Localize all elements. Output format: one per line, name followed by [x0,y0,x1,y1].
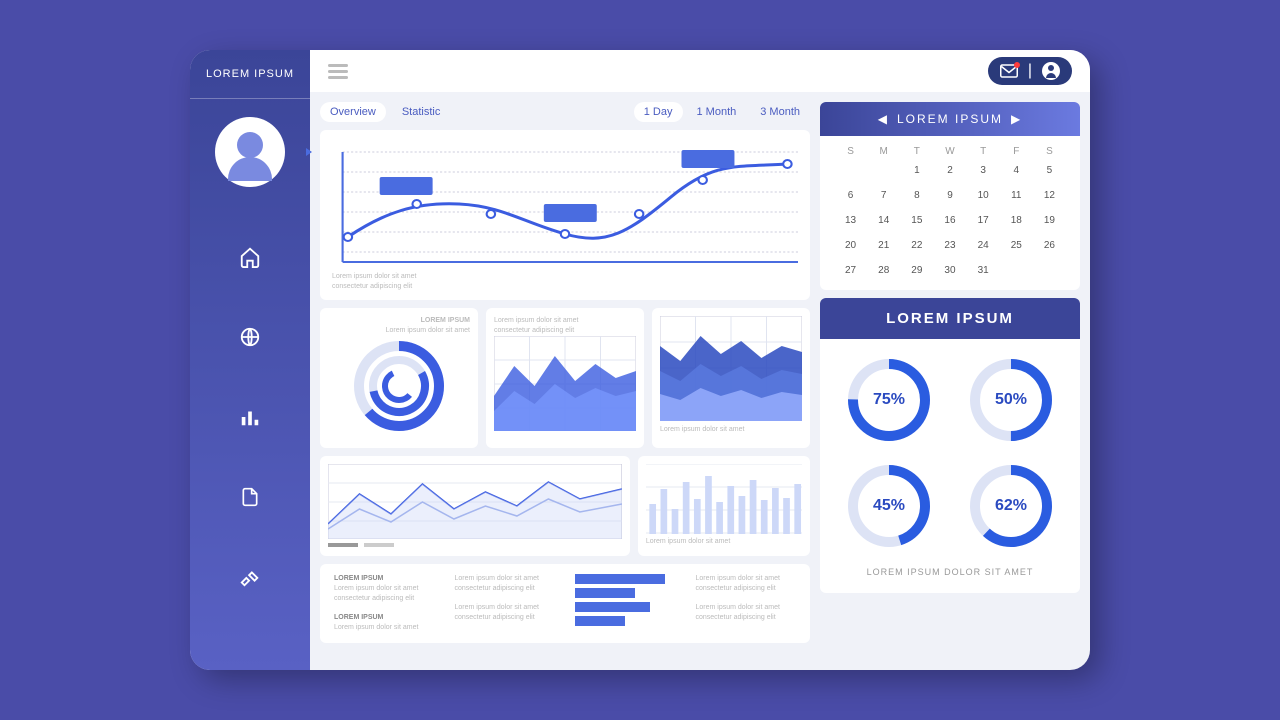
calendar-header: ◀ LOREM IPSUM ▶ [820,102,1080,136]
day-cell[interactable]: 30 [933,265,966,276]
day-cell[interactable]: 18 [1000,215,1033,226]
next-month-icon[interactable]: ▶ [1011,112,1022,126]
chart-icon[interactable] [238,405,262,429]
chart-caption: Lorem ipsum dolor sit ametconsectetur ad… [332,272,798,292]
day-cell[interactable]: 20 [834,240,867,251]
multi-line-chart [320,456,630,556]
info-col-2: Lorem ipsum dolor sit ametconsectetur ad… [455,574,556,633]
range-group: 1 Day 1 Month 3 Month [634,102,810,122]
donut-chart: LOREM IPSUMLorem ipsum dolor sit amet [320,308,478,448]
right-column: ◀ LOREM IPSUM ▶ SMTWTFS 1234567891011121… [820,102,1080,660]
user-icon[interactable] [1042,62,1060,80]
area-chart-2: Lorem ipsum dolor sit amet [652,308,810,448]
gauge-3: 45% [844,461,934,551]
divider: | [1028,62,1032,80]
gauge-2: 50% [966,355,1056,445]
main-line-chart: Lorem ipsum dolor sit ametconsectetur ad… [320,130,810,300]
day-cell[interactable]: 17 [967,215,1000,226]
sidebar: LOREM IPSUM [190,50,310,670]
day-cell[interactable]: 5 [1033,165,1066,176]
day-cell[interactable]: 9 [933,190,966,201]
day-cell[interactable]: 21 [867,240,900,251]
day-cell[interactable]: 6 [834,190,867,201]
day-cell[interactable]: 8 [900,190,933,201]
dow-cell: S [834,146,867,157]
day-cell [1000,265,1033,276]
tab-statistic[interactable]: Statistic [392,102,451,122]
range-1day[interactable]: 1 Day [634,102,683,122]
mail-icon[interactable] [1000,64,1018,78]
day-cell [834,165,867,176]
donut-title: LOREM IPSUM [421,317,470,324]
tab-row: Overview Statistic 1 Day 1 Month 3 Month [320,102,810,122]
day-cell[interactable]: 28 [867,265,900,276]
gauges-header: LOREM IPSUM [820,298,1080,339]
tab-overview[interactable]: Overview [320,102,386,122]
prev-month-icon[interactable]: ◀ [878,112,889,126]
info-col-3: Lorem ipsum dolor sit ametconsectetur ad… [696,574,797,633]
day-cell[interactable]: 31 [967,265,1000,276]
gauges-caption: LOREM IPSUM DOLOR SIT AMET [836,567,1064,577]
day-cell[interactable]: 16 [933,215,966,226]
play-icon[interactable] [306,148,312,156]
brand-label: LOREM IPSUM [190,50,310,99]
hamburger-icon[interactable] [328,64,348,79]
app-window: LOREM IPSUM | [190,50,1090,670]
settings-icon[interactable] [238,565,262,589]
day-cell[interactable]: 3 [967,165,1000,176]
day-cell[interactable]: 1 [900,165,933,176]
day-cell [1033,265,1066,276]
day-cell[interactable]: 7 [867,190,900,201]
day-cell[interactable]: 27 [834,265,867,276]
dow-cell: M [867,146,900,157]
dow-cell: F [1000,146,1033,157]
horizontal-bars [575,574,676,633]
dow-cell: W [933,146,966,157]
day-cell[interactable]: 10 [967,190,1000,201]
area-chart-1: Lorem ipsum dolor sit ametconsectetur ad… [486,308,644,448]
day-cell [867,165,900,176]
calendar-title: LOREM IPSUM [897,112,1003,126]
bottom-info-row: LOREM IPSUMLorem ipsum dolor sit ametcon… [320,564,810,643]
dow-cell: T [900,146,933,157]
gauge-4: 62% [966,461,1056,551]
left-column: Overview Statistic 1 Day 1 Month 3 Month [320,102,810,660]
day-cell[interactable]: 29 [900,265,933,276]
day-cell[interactable]: 11 [1000,190,1033,201]
day-cell[interactable]: 22 [900,240,933,251]
day-cell[interactable]: 12 [1033,190,1066,201]
vertical-bar-chart: Lorem ipsum dolor sit amet [638,456,810,556]
calendar-dow: SMTWTFS [834,146,1066,157]
topbar-actions: | [988,57,1072,85]
globe-icon[interactable] [238,325,262,349]
day-cell[interactable]: 23 [933,240,966,251]
day-cell[interactable]: 14 [867,215,900,226]
main-area: | Overview Statistic 1 Day 1 Month 3 Mon… [310,50,1090,670]
avatar[interactable] [215,117,285,187]
day-cell[interactable]: 2 [933,165,966,176]
document-icon[interactable] [238,485,262,509]
calendar-widget: ◀ LOREM IPSUM ▶ SMTWTFS 1234567891011121… [820,102,1080,290]
range-1month[interactable]: 1 Month [687,102,747,122]
gauge-1: 75% [844,355,934,445]
lower-charts-row: Lorem ipsum dolor sit amet [320,456,810,556]
day-cell[interactable]: 4 [1000,165,1033,176]
gauges-widget: LOREM IPSUM 75% 50% 45% [820,298,1080,593]
day-cell[interactable]: 13 [834,215,867,226]
topbar: | [310,50,1090,92]
day-cell[interactable]: 24 [967,240,1000,251]
day-cell[interactable]: 19 [1033,215,1066,226]
dow-cell: T [967,146,1000,157]
range-3month[interactable]: 3 Month [750,102,810,122]
day-cell[interactable]: 25 [1000,240,1033,251]
dow-cell: S [1033,146,1066,157]
day-cell[interactable]: 26 [1033,240,1066,251]
calendar-days: 1234567891011121314151617181920212223242… [834,165,1066,276]
home-icon[interactable] [238,245,262,269]
content: Overview Statistic 1 Day 1 Month 3 Month [310,92,1090,670]
day-cell[interactable]: 15 [900,215,933,226]
mid-charts-row: LOREM IPSUMLorem ipsum dolor sit amet Lo… [320,308,810,448]
notification-dot [1014,62,1020,68]
info-col-1: LOREM IPSUMLorem ipsum dolor sit ametcon… [334,574,435,633]
